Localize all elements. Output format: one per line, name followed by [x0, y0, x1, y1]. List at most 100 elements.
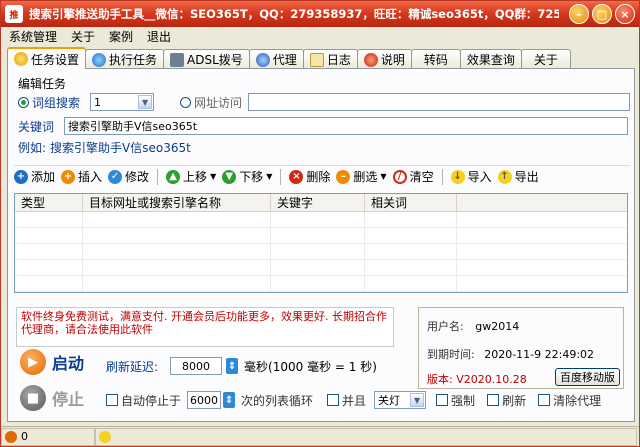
plus-icon: +: [14, 169, 28, 184]
version-value: V2020.10.28: [456, 373, 527, 386]
edit-task-title: 编辑任务: [18, 77, 67, 91]
maximize-button[interactable]: □: [592, 4, 612, 24]
minus-icon: –: [336, 169, 351, 184]
keyword-label: 关键词: [18, 119, 55, 134]
toolbar-separator: [441, 168, 443, 185]
chevron-down-icon: ▼: [210, 172, 217, 181]
log-icon: [309, 52, 324, 67]
play-icon: ▶: [20, 349, 46, 375]
proxy-icon: [255, 52, 270, 67]
export-icon: ↑: [497, 169, 512, 184]
words-count-select[interactable]: 1 ▼: [90, 93, 155, 111]
toolbar-separator: [157, 168, 159, 185]
loop-label: 次的列表循环: [241, 393, 314, 408]
parallel-checkbox[interactable]: [327, 394, 340, 406]
adsl-icon: [170, 52, 185, 67]
main-window: 推 搜索引擎推送助手工具__微信：SEO365T，QQ：279358937，旺旺…: [0, 0, 640, 447]
tab-help[interactable]: 说明: [356, 49, 412, 69]
column-related[interactable]: 相关词: [365, 194, 457, 211]
tab-strip: 任务设置 执行任务 ADSL拨号 代理 日志 说明 转码 效果查询 关于: [7, 47, 571, 69]
status-count: 0: [1, 427, 95, 446]
status-message: [95, 427, 637, 446]
tab-transcode[interactable]: 转码: [410, 49, 461, 69]
delete-icon: ×: [289, 169, 304, 184]
delete-button[interactable]: × 删除: [289, 168, 330, 185]
table-row: [15, 276, 627, 292]
chevron-down-icon: ▼: [410, 393, 425, 407]
url-input[interactable]: [248, 93, 631, 111]
autostop-label: 自动停止于: [121, 393, 182, 408]
tab-about[interactable]: 关于: [520, 49, 571, 69]
column-type[interactable]: 类型: [15, 194, 83, 211]
tab-run-task[interactable]: 执行任务: [85, 49, 165, 69]
autostop-checkbox[interactable]: [106, 394, 118, 406]
add-button[interactable]: + 添加: [14, 168, 55, 185]
autostop-input[interactable]: 6000: [187, 391, 222, 409]
refresh-delay-input[interactable]: 8000: [170, 357, 223, 375]
help-icon: [363, 52, 378, 67]
task-table[interactable]: 类型 目标网址或搜索引擎名称 关键字 相关词: [14, 193, 628, 293]
import-button[interactable]: ↓ 导入: [450, 168, 492, 185]
example-value: 搜索引擎助手V信seo365t: [50, 141, 191, 155]
example-label: 例如:: [18, 141, 47, 155]
column-target[interactable]: 目标网址或搜索引擎名称: [83, 194, 271, 211]
tab-adsl[interactable]: ADSL拨号: [163, 49, 250, 69]
edit-task-group: 编辑任务 词组搜索 1 ▼ 网址访问 关键词 搜索引擎助手V信seo365t 例…: [14, 75, 631, 155]
tab-effect-query[interactable]: 效果查询: [459, 49, 522, 69]
batch-delete-button[interactable]: – 删选 ▼: [336, 168, 387, 185]
table-row: [15, 228, 627, 244]
stop-button[interactable]: ■ 停止: [20, 385, 84, 411]
tab-proxy[interactable]: 代理: [248, 49, 304, 69]
keyword-input[interactable]: 搜索引擎助手V信seo365t: [64, 117, 628, 135]
refresh-unit-label: 毫秒(1000 毫秒 = 1 秒): [244, 359, 377, 374]
clear-proxy-checkbox[interactable]: [538, 394, 551, 406]
refresh-delay-label: 刷新延迟:: [106, 359, 159, 374]
toolbar-separator: [280, 168, 282, 185]
export-button[interactable]: ↑ 导出: [497, 168, 539, 185]
minimize-button[interactable]: –: [569, 4, 589, 24]
menu-bar: 系统管理 关于 案例 退出: [1, 27, 639, 45]
table-header: 类型 目标网址或搜索引擎名称 关键字 相关词: [15, 194, 627, 212]
move-down-button[interactable]: ▼ 下移 ▼: [222, 168, 272, 185]
run-icon: [92, 52, 107, 67]
close-button[interactable]: ×: [615, 4, 635, 24]
chevron-down-icon: ▼: [138, 95, 153, 109]
table-row: [15, 260, 627, 276]
stepper-icon[interactable]: ⇕: [223, 392, 236, 408]
user-label: 用户名:: [427, 320, 464, 333]
title-bar[interactable]: 推 搜索引擎推送助手工具__微信：SEO365T，QQ：279358937，旺旺…: [1, 1, 639, 27]
start-button[interactable]: ▶ 启动: [20, 349, 84, 375]
table-row: [15, 212, 627, 228]
arrow-down-icon: ▼: [222, 169, 237, 184]
arrow-up-icon: ▲: [166, 169, 181, 184]
table-row: [15, 244, 627, 260]
tab-task-settings[interactable]: 任务设置: [7, 47, 87, 69]
no-entry-icon: /: [392, 169, 407, 184]
force-label: 强制: [451, 393, 476, 408]
chevron-down-icon: ▼: [380, 172, 387, 181]
force-checkbox[interactable]: [436, 394, 449, 406]
light-select[interactable]: 关灯 ▼: [374, 391, 427, 409]
radio-url-visit[interactable]: [180, 96, 192, 108]
task-icon: [14, 52, 28, 66]
modify-button[interactable]: ✓ 修改: [108, 168, 149, 185]
menu-exit[interactable]: 退出: [147, 28, 171, 45]
menu-system[interactable]: 系统管理: [9, 28, 57, 45]
refresh-checkbox[interactable]: [487, 394, 500, 406]
clear-button[interactable]: / 清空: [392, 168, 434, 185]
radio-url-label: 网址访问: [194, 95, 243, 110]
baidu-mobile-button[interactable]: 百度移动版: [555, 368, 620, 386]
menu-about[interactable]: 关于: [71, 28, 95, 45]
clear-proxy-label: 清除代理: [553, 393, 602, 408]
stepper-icon[interactable]: ⇕: [226, 358, 239, 374]
radio-words-label: 词组搜索: [32, 95, 81, 110]
expire-value: 2020-11-9 22:49:02: [484, 348, 595, 361]
insert-button[interactable]: + 插入: [61, 168, 102, 185]
menu-cases[interactable]: 案例: [109, 28, 133, 45]
move-up-button[interactable]: ▲ 上移 ▼: [166, 168, 216, 185]
radio-words-search[interactable]: [18, 96, 29, 108]
expire-label: 到期时间:: [427, 348, 475, 361]
column-keyword[interactable]: 关键字: [271, 194, 365, 211]
chevron-down-icon: ▼: [266, 172, 273, 181]
tab-log[interactable]: 日志: [302, 49, 358, 69]
